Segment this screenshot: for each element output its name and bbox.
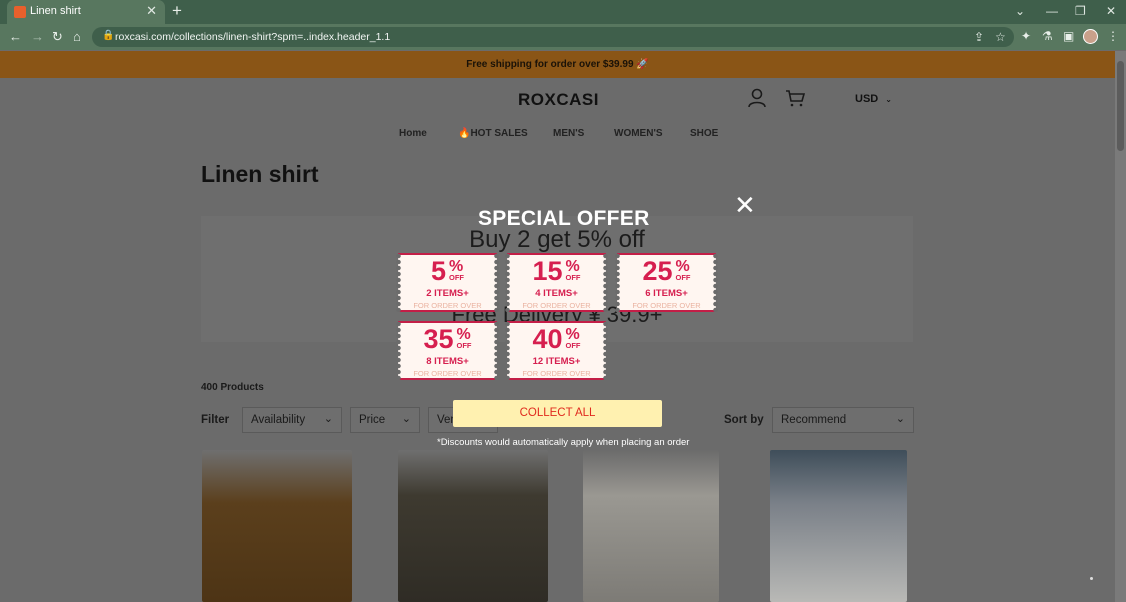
tab-title: Linen shirt	[30, 5, 81, 17]
coupon-items: 12 ITEMS+	[532, 356, 581, 367]
coupon-off: OFF	[565, 341, 581, 350]
lock-icon[interactable]: 🔒	[102, 30, 114, 41]
discount-note: *Discounts would automatically apply whe…	[437, 437, 690, 448]
coupon-off: OFF	[565, 273, 581, 282]
coupon-off: OFF	[456, 341, 472, 350]
coupon-percent: %	[449, 258, 464, 275]
tab-close-icon[interactable]: ✕	[146, 3, 157, 19]
product-image[interactable]	[770, 450, 907, 602]
coupon-off: OFF	[449, 273, 465, 282]
url-text[interactable]: roxcasi.com/collections/linen-shirt?spm=…	[115, 31, 390, 43]
product-image[interactable]	[398, 450, 548, 602]
coupon-footnote: FOR ORDER OVER	[522, 301, 591, 310]
page-title: Linen shirt	[201, 161, 319, 187]
popup-title: SPECIAL OFFER	[478, 207, 650, 230]
coupon-footnote: FOR ORDER OVER	[522, 369, 591, 378]
coupon-card[interactable]: 35% OFF 8 ITEMS+ FOR ORDER OVER	[396, 321, 499, 380]
currency-code: USD	[855, 93, 879, 105]
share-icon[interactable]: ⇪	[974, 30, 984, 44]
announcement-text: Free shipping for order over $39.99 🚀	[466, 59, 649, 70]
sort-select[interactable]: Recommend ⌄	[772, 407, 914, 433]
floating-dot	[1090, 577, 1093, 580]
availability-filter[interactable]: Availability ⌄	[242, 407, 342, 433]
forward-icon[interactable]: →	[31, 29, 44, 44]
coupon-percent: %	[565, 258, 580, 275]
product-image[interactable]	[583, 450, 719, 602]
sort-value: Recommend	[781, 414, 847, 426]
browser-menu-icon[interactable]: ⋮	[1107, 29, 1119, 43]
chevron-down-icon: ⌄	[885, 95, 892, 104]
new-tab-icon[interactable]: +	[172, 1, 182, 21]
chevron-down-icon: ⌄	[401, 413, 411, 425]
minimize-icon[interactable]: —	[1046, 4, 1058, 18]
coupon-items: 6 ITEMS+	[645, 288, 688, 299]
collect-all-button[interactable]: COLLECT ALL	[453, 400, 662, 427]
page-scrollbar[interactable]	[1115, 51, 1126, 602]
product-image[interactable]	[202, 450, 352, 602]
home-icon[interactable]: ⌂	[73, 29, 81, 44]
price-filter[interactable]: Price ⌄	[350, 407, 420, 433]
currency-selector[interactable]: USD ⌄	[855, 93, 892, 105]
page-viewport: Free shipping for order over $39.99 🚀 RO…	[0, 51, 1115, 602]
coupon-percent: %	[565, 326, 580, 343]
scrollbar-thumb[interactable]	[1117, 61, 1124, 151]
bookmark-star-icon[interactable]: ☆	[995, 30, 1006, 44]
coupon-percent: %	[675, 258, 690, 275]
address-bar[interactable]: 🔒 roxcasi.com/collections/linen-shirt?sp…	[92, 27, 1014, 47]
product-count: 400 Products	[201, 382, 264, 393]
sort-label: Sort by	[724, 414, 764, 426]
coupon-footnote: FOR ORDER OVER	[632, 301, 701, 310]
popup-close-icon[interactable]: ✕	[734, 192, 756, 218]
chevron-down-icon: ⌄	[895, 413, 905, 425]
nav-hot-sales[interactable]: 🔥HOT SALES	[458, 128, 528, 139]
coupon-card[interactable]: 40% OFF 12 ITEMS+ FOR ORDER OVER	[505, 321, 608, 380]
filter-label: Filter	[201, 414, 230, 426]
back-icon[interactable]: ←	[9, 29, 22, 44]
lab-flask-icon[interactable]: ⚗	[1042, 29, 1053, 43]
announcement-bar: Free shipping for order over $39.99 🚀	[0, 51, 1115, 78]
cart-icon[interactable]	[785, 88, 805, 108]
nav-shoe[interactable]: SHOE	[690, 128, 718, 139]
availability-filter-label: Availability	[251, 414, 306, 426]
chevron-down-icon: ⌄	[323, 413, 333, 425]
coupon-items: 8 ITEMS+	[426, 356, 469, 367]
coupon-value: 15	[532, 256, 563, 286]
side-panel-icon[interactable]: ▣	[1063, 29, 1074, 43]
window-close-icon[interactable]: ✕	[1106, 4, 1116, 18]
browser-tab-strip: Linen shirt ✕ + ⌄ — ❐ ✕	[0, 0, 1126, 24]
coupon-value: 25	[642, 256, 673, 286]
reload-icon[interactable]: ↻	[52, 29, 63, 45]
browser-tab[interactable]: Linen shirt ✕	[7, 0, 165, 24]
profile-avatar[interactable]	[1083, 29, 1098, 44]
coupon-value: 35	[423, 324, 454, 354]
restore-icon[interactable]: ❐	[1075, 4, 1086, 18]
coupon-items: 2 ITEMS+	[426, 288, 469, 299]
coupon-card[interactable]: 15% OFF 4 ITEMS+ FOR ORDER OVER	[505, 253, 608, 312]
coupon-off: OFF	[675, 273, 691, 282]
coupon-percent: %	[456, 326, 471, 343]
browser-toolbar: ← → ↻ ⌂ 🔒 roxcasi.com/collections/linen-…	[0, 24, 1126, 50]
nav-home[interactable]: Home	[399, 128, 427, 139]
account-icon[interactable]	[748, 88, 766, 108]
extensions-icon[interactable]: ✦	[1021, 29, 1031, 43]
store-logo[interactable]: ROXCASI	[518, 90, 599, 110]
coupon-value: 40	[532, 324, 563, 354]
site-favicon-icon	[14, 6, 26, 18]
coupon-value: 5	[430, 256, 447, 286]
nav-womens[interactable]: WOMEN'S	[614, 128, 663, 139]
tab-search-icon[interactable]: ⌄	[1015, 4, 1025, 18]
price-filter-label: Price	[359, 414, 386, 426]
nav-mens[interactable]: MEN'S	[553, 128, 584, 139]
coupon-items: 4 ITEMS+	[535, 288, 578, 299]
coupon-footnote: FOR ORDER OVER	[413, 369, 482, 378]
coupon-card[interactable]: 5% OFF 2 ITEMS+ FOR ORDER OVER	[396, 253, 499, 312]
coupon-card[interactable]: 25% OFF 6 ITEMS+ FOR ORDER OVER	[615, 253, 718, 312]
coupon-footnote: FOR ORDER OVER	[413, 301, 482, 310]
